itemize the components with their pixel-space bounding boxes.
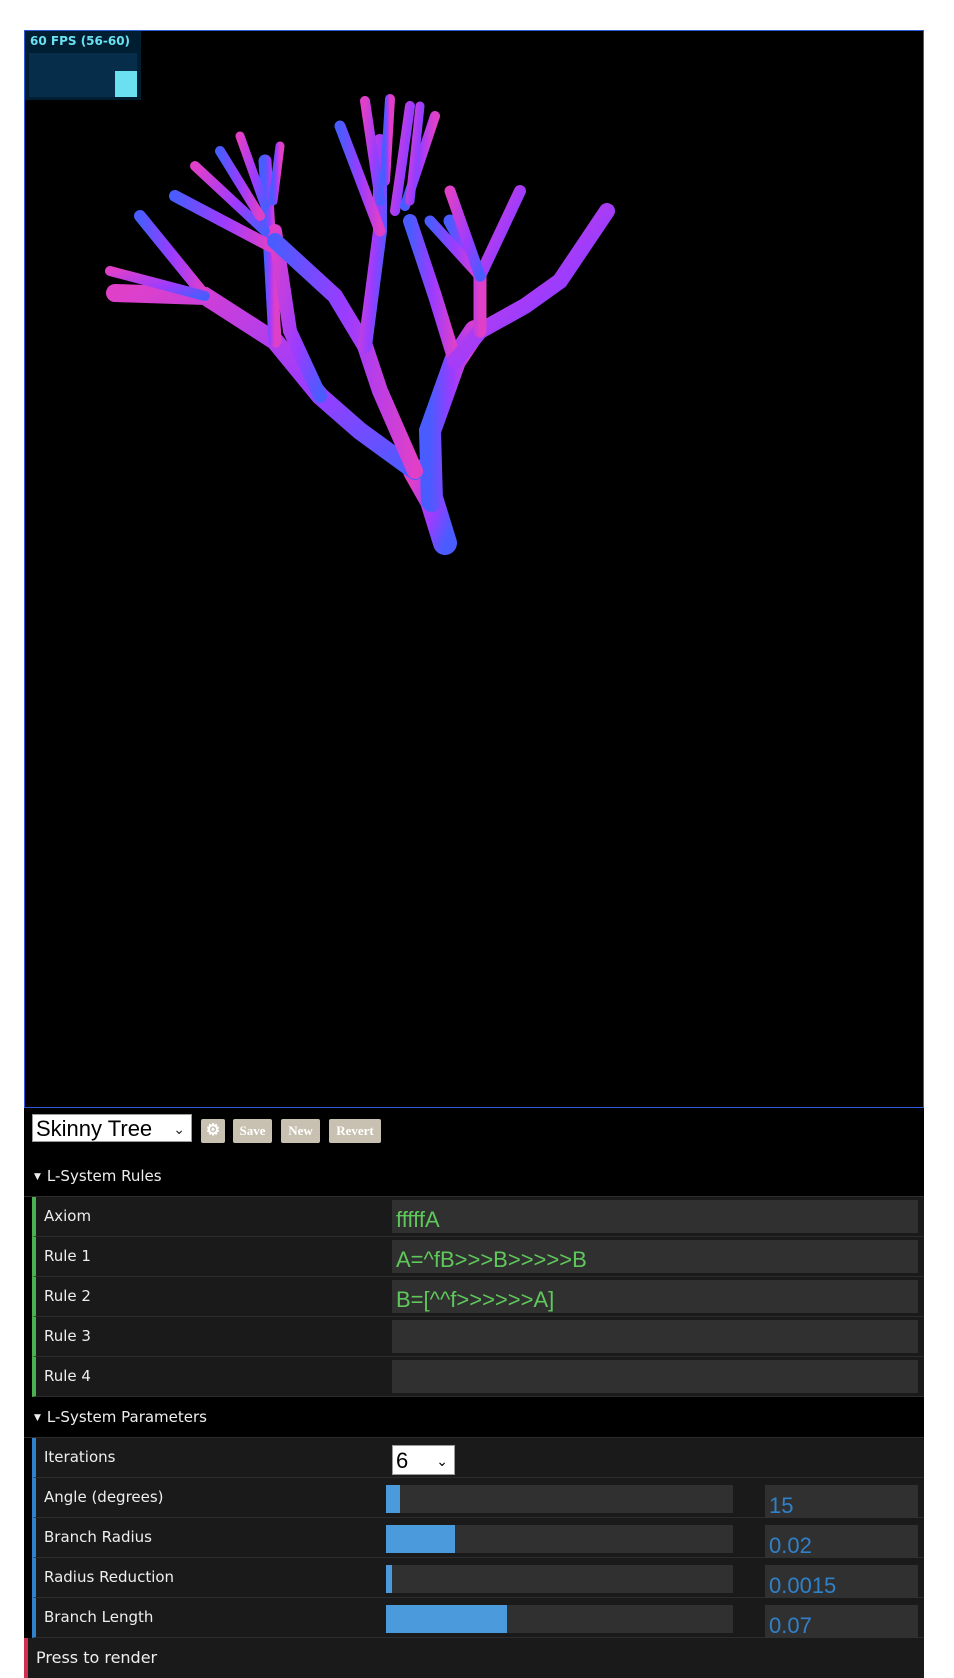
params-folder-label: L-System Parameters bbox=[46, 1408, 207, 1426]
rule-label: Rule 4 bbox=[44, 1367, 91, 1385]
tree-render bbox=[105, 94, 615, 669]
triangle-down-icon: ▼ bbox=[34, 1413, 41, 1423]
branch-radius-slider-fill bbox=[386, 1525, 455, 1553]
chevron-down-icon: ⌄ bbox=[436, 1453, 448, 1469]
fps-label: 60 FPS (56-60) bbox=[30, 34, 131, 48]
rule-3-input[interactable] bbox=[392, 1320, 918, 1353]
rule-row-4: Rule 4 bbox=[32, 1357, 924, 1397]
branch-length-row: Branch Length 0.07 bbox=[32, 1598, 924, 1638]
save-button[interactable]: Save bbox=[233, 1119, 272, 1143]
branch-radius-row: Branch Radius 0.02 bbox=[32, 1518, 924, 1558]
angle-row: Angle (degrees) 15 bbox=[32, 1478, 924, 1518]
rule-2-input[interactable]: B=[^^f>>>>>>A] bbox=[392, 1280, 918, 1313]
branch-radius-slider[interactable] bbox=[386, 1525, 733, 1553]
rule-label: Rule 1 bbox=[44, 1247, 91, 1265]
rule-label: Rule 3 bbox=[44, 1327, 91, 1345]
branch bbox=[474, 185, 526, 282]
branch-length-input[interactable]: 0.07 bbox=[765, 1605, 918, 1638]
radius-reduction-input[interactable]: 0.0015 bbox=[765, 1565, 918, 1598]
fps-meter: 60 FPS (56-60) bbox=[25, 31, 141, 100]
branch-radius-label: Branch Radius bbox=[44, 1528, 152, 1546]
branch-length-slider-fill bbox=[386, 1605, 507, 1633]
chevron-down-icon: ⌄ bbox=[173, 1121, 185, 1137]
preset-select-value: Skinny Tree bbox=[36, 1116, 153, 1141]
iterations-row: Iterations 6 ⌄ bbox=[32, 1438, 924, 1478]
iterations-value: 6 bbox=[396, 1448, 409, 1473]
triangle-down-icon: ▼ bbox=[34, 1172, 41, 1182]
angle-input[interactable]: 15 bbox=[765, 1485, 918, 1518]
rule-row-1: Rule 1 A=^fB>>>B>>>>>B bbox=[32, 1237, 924, 1277]
angle-label: Angle (degrees) bbox=[44, 1488, 164, 1506]
branch-radius-input[interactable]: 0.02 bbox=[765, 1525, 918, 1558]
branch bbox=[268, 141, 285, 206]
fps-bar bbox=[115, 71, 137, 97]
render-button[interactable]: Press to render bbox=[24, 1638, 924, 1678]
gear-button[interactable]: ⚙ bbox=[201, 1119, 225, 1143]
render-viewport[interactable]: 60 FPS (56-60) bbox=[24, 30, 924, 1108]
branch bbox=[380, 94, 395, 186]
preset-row: Skinny Tree ⌄ ⚙ Save New Revert bbox=[24, 1108, 924, 1156]
rule-1-input[interactable]: A=^fB>>>B>>>>>B bbox=[392, 1240, 918, 1273]
angle-slider-fill bbox=[386, 1485, 400, 1513]
branch-length-slider[interactable] bbox=[386, 1605, 733, 1633]
radius-reduction-slider[interactable] bbox=[386, 1565, 733, 1593]
radius-reduction-row: Radius Reduction 0.0015 bbox=[32, 1558, 924, 1598]
rule-row-3: Rule 3 bbox=[32, 1317, 924, 1357]
gui-panel: Skinny Tree ⌄ ⚙ Save New Revert ▼ L-Syste… bbox=[24, 1108, 924, 1678]
rule-label: Axiom bbox=[44, 1207, 92, 1225]
iterations-select[interactable]: 6 ⌄ bbox=[392, 1445, 455, 1475]
rule-row-axiom: Axiom fffffA bbox=[32, 1197, 924, 1237]
fps-graph bbox=[29, 53, 137, 97]
rules-folder-label: L-System Rules bbox=[46, 1167, 162, 1185]
rule-label: Rule 2 bbox=[44, 1287, 91, 1305]
revert-button[interactable]: Revert bbox=[329, 1119, 381, 1143]
new-button[interactable]: New bbox=[281, 1119, 320, 1143]
iterations-label: Iterations bbox=[44, 1448, 116, 1466]
branch-length-label: Branch Length bbox=[44, 1608, 154, 1626]
axiom-input[interactable]: fffffA bbox=[392, 1200, 918, 1233]
radius-reduction-slider-fill bbox=[386, 1565, 392, 1593]
rule-4-input[interactable] bbox=[392, 1360, 918, 1393]
radius-reduction-label: Radius Reduction bbox=[44, 1568, 175, 1586]
rules-folder-title[interactable]: ▼ L-System Rules bbox=[24, 1156, 924, 1197]
rule-row-2: Rule 2 B=[^^f>>>>>>A] bbox=[32, 1277, 924, 1317]
gear-icon: ⚙ bbox=[205, 1122, 221, 1139]
params-folder-title[interactable]: ▼ L-System Parameters bbox=[24, 1397, 924, 1438]
angle-slider[interactable] bbox=[386, 1485, 733, 1513]
preset-select[interactable]: Skinny Tree ⌄ bbox=[32, 1114, 192, 1142]
